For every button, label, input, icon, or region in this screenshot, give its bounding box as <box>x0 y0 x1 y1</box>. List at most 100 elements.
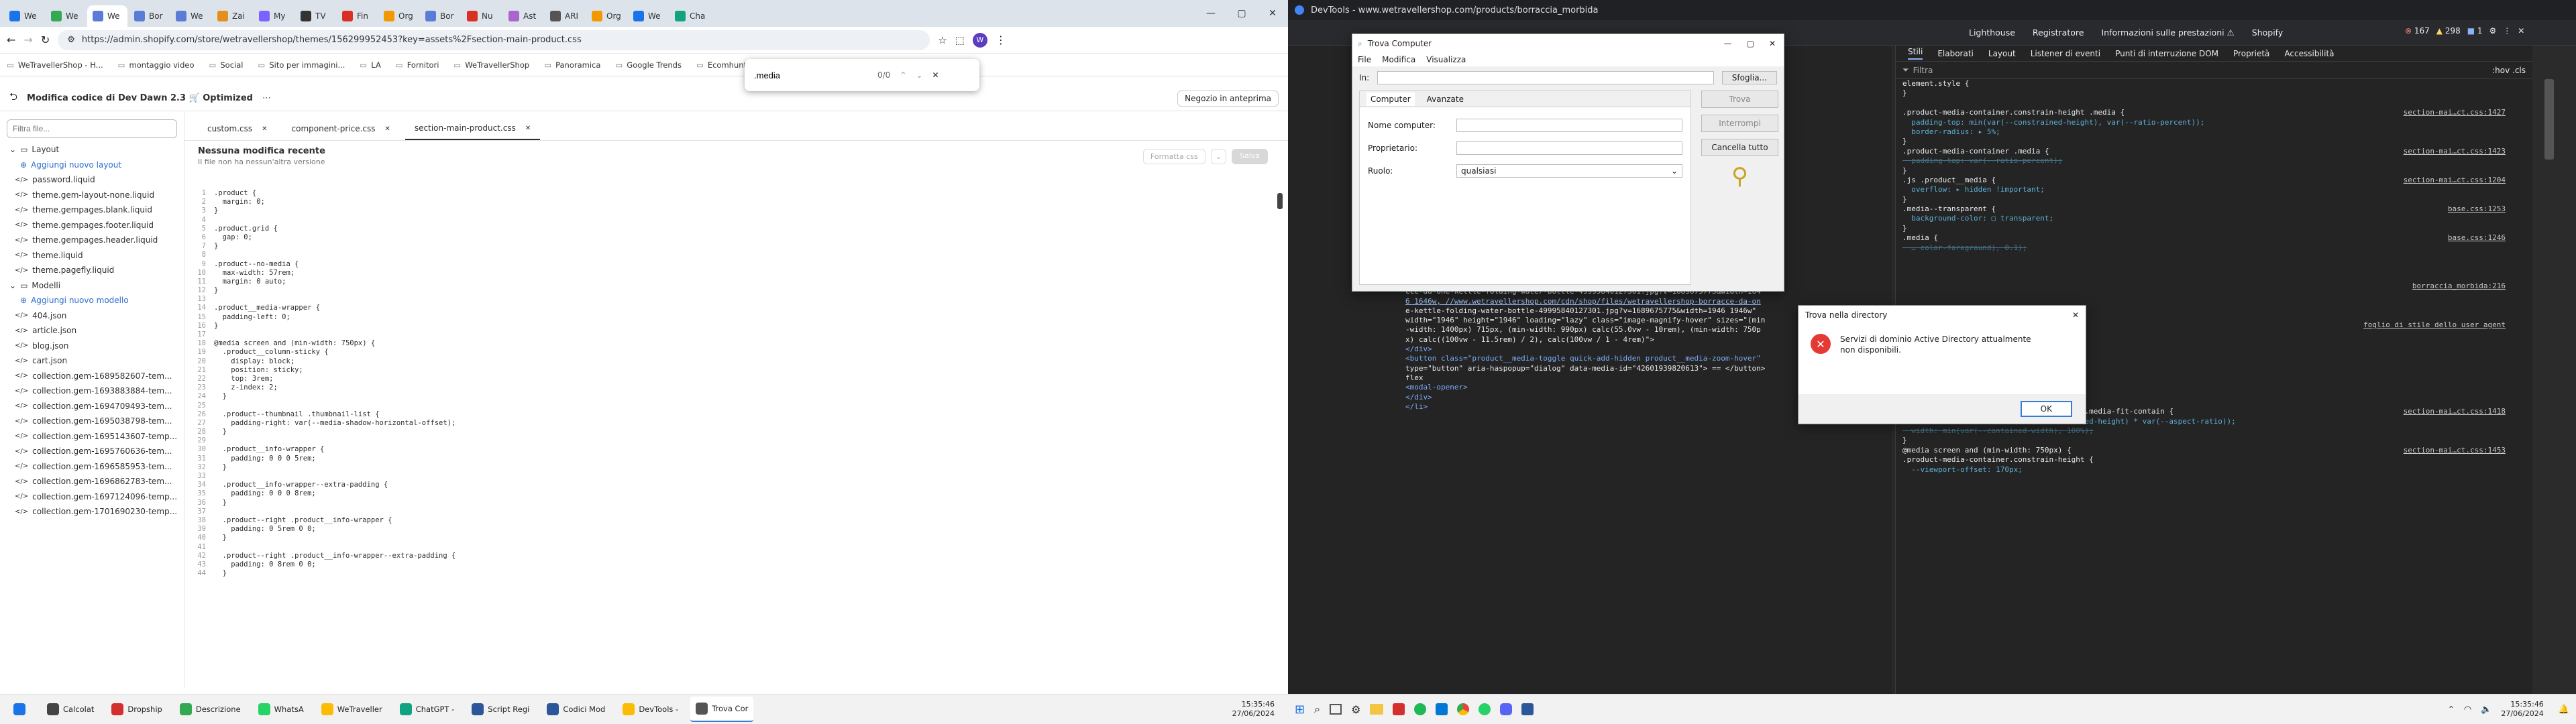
error-badge[interactable]: ⊗ 167 <box>2405 26 2430 36</box>
style-source-link[interactable]: borraccia_morbida:216 <box>2412 282 2506 291</box>
style-rule-line[interactable] <box>1896 272 2532 282</box>
browser-tab[interactable]: Org <box>378 5 419 27</box>
sidebar-item[interactable]: </> collection.gem-1694709493-tem... <box>0 399 184 414</box>
taskbar-app[interactable]: Trova Cor <box>690 697 754 722</box>
sidebar-item[interactable]: </> collection.gem-1701690230-temp... <box>0 504 184 520</box>
style-rule-line[interactable]: .js .product__media {section-mai…ct.css:… <box>1896 176 2532 185</box>
stop-button[interactable]: Interrompi <box>1701 115 1778 132</box>
file-tab-close-icon[interactable]: ✕ <box>525 125 531 132</box>
close-button[interactable]: ✕ <box>1257 0 1288 27</box>
browser-tab[interactable]: Ast <box>503 5 543 27</box>
windows-start-icon[interactable]: ⊞ <box>1295 703 1305 717</box>
taskbar-app[interactable]: Descrizione <box>174 697 246 722</box>
sidebar-item[interactable]: </> collection.gem-1695038798-tem... <box>0 414 184 429</box>
extensions-icon[interactable]: ⬚ <box>955 34 965 46</box>
sidebar-item[interactable]: ⊕ Aggiungi nuovo layout <box>0 158 184 173</box>
bookmark-item[interactable]: ▭ Panoramica <box>544 60 600 70</box>
style-rule-line[interactable] <box>1896 99 2532 108</box>
editor-scrollbar[interactable] <box>1277 193 1283 209</box>
bookmark-item[interactable]: ▭ WeTravellerShop - H... <box>7 60 103 70</box>
style-rule-line[interactable]: @media screen and (min-width: 750px) {se… <box>1896 446 2532 455</box>
style-rule-line[interactable]: .product-media-container.constrain-heigh… <box>1896 108 2532 117</box>
bookmark-star-icon[interactable]: ☆ <box>938 34 947 46</box>
sidebar-item[interactable]: </> theme.gempages.footer.liquid <box>0 218 184 233</box>
owner-input[interactable] <box>1456 141 1682 155</box>
style-rule-line[interactable] <box>1896 292 2532 301</box>
spotify-icon[interactable] <box>1414 703 1427 715</box>
browser-tab[interactable]: Fin <box>337 5 377 27</box>
styles-subtab[interactable]: Accessibilità <box>2284 49 2334 58</box>
file-search-input[interactable] <box>7 119 177 138</box>
site-info-icon[interactable]: ⚙ <box>67 35 75 45</box>
minimize-button[interactable]: — <box>1195 0 1226 27</box>
dialog-minimize-button[interactable]: — <box>1724 39 1732 48</box>
devtools-scrollbar[interactable] <box>2532 46 2576 696</box>
style-source-link[interactable]: section-mai…ct.css:1453 <box>2404 446 2506 455</box>
sidebar-item[interactable]: </> theme.gempages.header.liquid <box>0 233 184 248</box>
style-source-link[interactable]: section-mai…ct.css:1427 <box>2404 108 2506 117</box>
style-rule-line[interactable]: background-color: ▢ transparent; <box>1896 214 2532 223</box>
sidebar-item[interactable]: </> theme.liquid <box>0 248 184 263</box>
menu-item[interactable]: Modifica <box>1382 55 1415 64</box>
style-rule-line[interactable]: } <box>1896 224 2532 233</box>
style-rule-line[interactable] <box>1896 253 2532 262</box>
sidebar-item[interactable]: </> cart.json <box>0 353 184 369</box>
style-rule-line[interactable]: } <box>1896 166 2532 176</box>
find-close-icon[interactable]: ✕ <box>932 70 938 80</box>
devtools-tab[interactable]: Registratore <box>2033 27 2084 38</box>
format-css-button[interactable]: Formatta css <box>1142 148 1205 164</box>
browser-tab[interactable]: My <box>254 5 294 27</box>
taskbar-app[interactable] <box>8 697 35 722</box>
chrome-icon[interactable] <box>1457 703 1470 715</box>
menu-item[interactable]: File <box>1358 55 1371 64</box>
styles-subtab[interactable]: Proprietà <box>2233 49 2269 58</box>
sidebar-item[interactable]: </> collection.gem-1696862783-tem... <box>0 474 184 489</box>
browser-tab[interactable]: Bor <box>129 5 169 27</box>
tray-chevron-icon[interactable]: ⌃ <box>2448 705 2455 714</box>
style-rule-line[interactable]: --viewport-offset: 170px; <box>1896 465 2532 475</box>
dialog-tab[interactable]: Computer <box>1366 92 1415 106</box>
maximize-button[interactable]: ▢ <box>1226 0 1257 27</box>
save-button[interactable]: Salva <box>1231 148 1268 164</box>
style-rule-line[interactable]: .media--transparent {base.css:1253 <box>1896 204 2532 214</box>
style-rule-line[interactable]: … color-foreground), 0.1); <box>1896 243 2532 253</box>
browser-tab[interactable]: We <box>87 5 127 27</box>
style-source-link[interactable]: section-mai…ct.css:1418 <box>2404 407 2506 416</box>
forward-icon[interactable]: → <box>23 34 32 46</box>
styles-subtab[interactable]: Elaborati <box>1937 49 1974 58</box>
in-select[interactable] <box>1377 71 1714 84</box>
style-rule-line[interactable]: } <box>1896 137 2532 146</box>
bookmark-item[interactable]: ▭ WeTravellerShop <box>453 60 529 70</box>
styles-subtab[interactable]: Listener di eventi <box>2031 49 2100 58</box>
style-rule-line[interactable]: } <box>1896 436 2532 445</box>
style-rule-line[interactable]: .product-media-container .media {section… <box>1896 147 2532 156</box>
style-source-link[interactable]: section-mai…ct.css:1204 <box>2404 176 2506 185</box>
clear-all-button[interactable]: Cancella tutto <box>1701 139 1778 156</box>
browser-tab[interactable]: Org <box>586 5 627 27</box>
find-now-button[interactable]: Trova <box>1701 90 1778 108</box>
info-badge[interactable]: ■ 1 <box>2467 26 2483 36</box>
msg-close-button[interactable]: ✕ <box>2072 310 2079 320</box>
editor-more-icon[interactable]: ⋯ <box>262 93 271 103</box>
devtools-tab[interactable]: Shopify <box>2252 27 2284 38</box>
sidebar-item[interactable]: </> 404.json <box>0 308 184 324</box>
browser-tab[interactable]: Cha <box>669 5 710 27</box>
dialog-tab[interactable]: Avanzate <box>1427 95 1464 104</box>
acrobat-icon[interactable] <box>1393 703 1405 715</box>
whatsapp-icon[interactable] <box>1479 703 1491 715</box>
back-arrow-icon[interactable]: ⮌ <box>9 90 17 107</box>
style-rule-line[interactable]: width: min(var(--contained-width), 100%)… <box>1896 426 2532 436</box>
warning-badge[interactable]: ▲ 298 <box>2436 26 2461 36</box>
sidebar-item[interactable]: </> article.json <box>0 323 184 339</box>
task-view-icon[interactable] <box>1330 704 1342 715</box>
browser-tab[interactable]: We <box>46 5 86 27</box>
devtools-tab[interactable]: Informazioni sulle prestazioni ⚠ <box>2101 27 2234 38</box>
taskbar-app[interactable]: WeTraveller <box>316 697 388 722</box>
style-rule-line[interactable]: .product-media-container.constrain-heigh… <box>1896 455 2532 465</box>
taskbar-app[interactable]: Calcolat <box>42 697 99 722</box>
devtools-tab[interactable]: Lighthouse <box>1969 27 2015 38</box>
profile-avatar[interactable]: W <box>972 32 987 48</box>
search-icon[interactable]: ⌕ <box>1314 703 1320 716</box>
style-rule-line[interactable]: padding-top: var(--ratio-percent); <box>1896 156 2532 166</box>
file-tab[interactable]: section-main-product.css ✕ <box>405 117 541 140</box>
